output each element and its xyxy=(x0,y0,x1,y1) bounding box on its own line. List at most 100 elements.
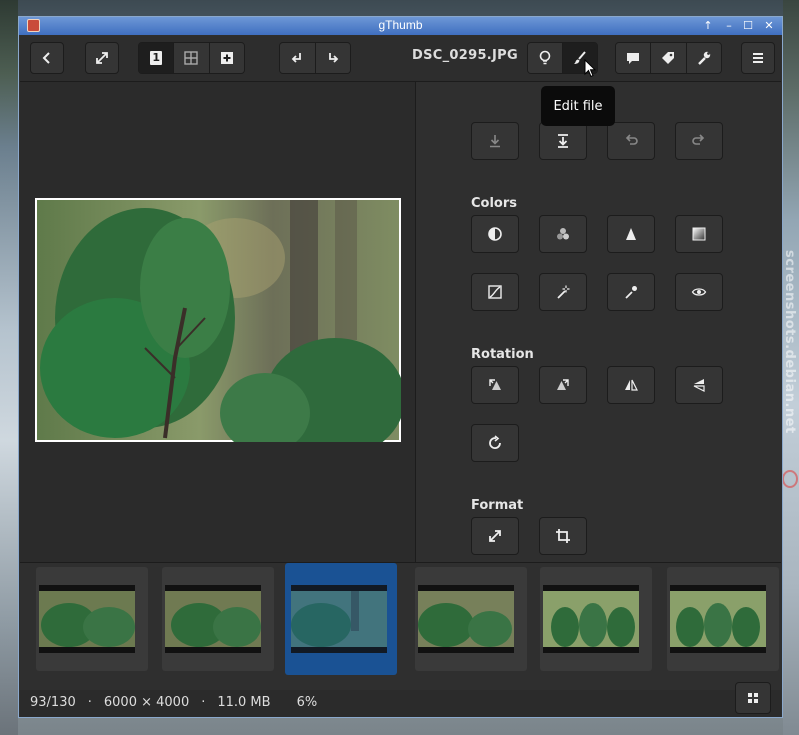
thumbnail-image xyxy=(670,585,766,653)
tools-button[interactable] xyxy=(686,43,721,73)
view-add-button[interactable] xyxy=(209,43,244,73)
fullscreen-icon xyxy=(96,52,108,64)
adjust-colors-icon xyxy=(557,228,569,240)
color-picker-button[interactable] xyxy=(607,273,655,311)
info-group xyxy=(615,42,722,74)
add-icon xyxy=(220,52,233,64)
main-menu-button[interactable] xyxy=(741,42,775,74)
maximize-window-icon[interactable]: ☐ xyxy=(741,19,755,33)
thumbnail[interactable] xyxy=(162,567,274,671)
app-window: gThumb ↑ – ☐ ✕ 1 DSC_0295.JPG Colors Rot… xyxy=(18,16,783,718)
save-button[interactable] xyxy=(471,122,519,160)
adjust-contrast-icon xyxy=(488,227,502,241)
grid-view-icon xyxy=(184,51,199,65)
undo-icon xyxy=(625,134,638,145)
desktop-background-left xyxy=(0,0,18,735)
image-position: 93/130 xyxy=(30,695,76,710)
redo-button[interactable] xyxy=(675,122,723,160)
save-as-button[interactable] xyxy=(539,122,587,160)
color-picker-icon xyxy=(625,286,637,299)
sharpen-button[interactable] xyxy=(607,215,655,253)
rotate-icon xyxy=(489,435,501,449)
watermark-text: screenshots.debian.net xyxy=(782,250,797,434)
rotate-button[interactable] xyxy=(471,424,519,462)
zoom-level: 6% xyxy=(296,695,318,710)
window-title: gThumb xyxy=(378,18,423,32)
magic-wand-button[interactable] xyxy=(539,273,587,311)
section-colors: Colors xyxy=(471,196,518,211)
back-button[interactable] xyxy=(30,42,64,74)
redo-icon xyxy=(692,134,705,145)
curves-button[interactable] xyxy=(471,273,519,311)
comment-button[interactable] xyxy=(616,43,652,73)
edit-tools-panel: Colors Rotation Format xyxy=(416,82,781,562)
thumbnail[interactable] xyxy=(667,567,779,671)
back-arrow-icon xyxy=(42,52,50,64)
flip-button[interactable] xyxy=(607,366,655,404)
thumbnail-image xyxy=(39,585,135,653)
close-window-icon[interactable]: ✕ xyxy=(762,19,776,33)
thumbnails-toggle-button[interactable] xyxy=(735,682,771,714)
status-bar: 93/130 · 6000 × 4000 · 11.0 MB 6% xyxy=(20,682,781,717)
view-grid-button[interactable] xyxy=(174,43,210,73)
adjust-contrast-button[interactable] xyxy=(471,215,519,253)
separator: · xyxy=(87,695,92,710)
tag-icon xyxy=(662,52,675,64)
wrench-icon xyxy=(697,51,711,65)
thumbnail-image xyxy=(543,585,639,653)
section-format: Format xyxy=(471,498,524,513)
minimize-window-icon[interactable]: – xyxy=(722,19,736,33)
properties-button[interactable] xyxy=(528,43,563,73)
title-bar[interactable]: gThumb ↑ – ☐ ✕ xyxy=(19,17,782,35)
sharpen-icon xyxy=(626,228,636,240)
adjust-colors-button[interactable] xyxy=(539,215,587,253)
section-rotation: Rotation xyxy=(471,347,534,362)
header-bar: 1 DSC_0295.JPG xyxy=(20,36,781,82)
shade-window-icon[interactable]: ↑ xyxy=(701,19,715,33)
undo-button[interactable] xyxy=(607,122,655,160)
thumbnail-strip xyxy=(20,562,781,691)
previous-button[interactable] xyxy=(280,43,316,73)
save-as-icon xyxy=(558,134,568,148)
red-eye-icon xyxy=(691,288,707,296)
status-info: 93/130 · 6000 × 4000 · 11.0 MB 6% xyxy=(30,695,317,710)
fullscreen-button[interactable] xyxy=(85,42,119,74)
juniper-photo-image xyxy=(37,200,401,442)
resize-button[interactable] xyxy=(471,517,519,555)
rotate-left-icon xyxy=(489,379,501,390)
hamburger-menu-icon xyxy=(753,53,763,63)
edit-file-tooltip: Edit file xyxy=(541,86,615,126)
photo-preview[interactable] xyxy=(35,198,401,442)
thumbnail-image xyxy=(418,585,514,653)
rotate-left-button[interactable] xyxy=(471,366,519,404)
view-single-button[interactable]: 1 xyxy=(139,43,175,73)
crop-button[interactable] xyxy=(539,517,587,555)
magic-wand-icon xyxy=(557,285,570,299)
tags-button[interactable] xyxy=(651,43,687,73)
lightbulb-icon xyxy=(539,50,551,65)
thumbnail[interactable] xyxy=(415,567,527,671)
mirror-icon xyxy=(693,379,705,392)
save-icon xyxy=(490,135,500,148)
thumbnail[interactable] xyxy=(540,567,652,671)
thumbnail-selected[interactable] xyxy=(285,563,397,675)
red-eye-button[interactable] xyxy=(675,273,723,311)
view-mode-group: 1 xyxy=(138,42,245,74)
thumbnail[interactable] xyxy=(36,567,148,671)
file-size: 11.0 MB xyxy=(217,695,271,710)
rotate-right-button[interactable] xyxy=(539,366,587,404)
grid-icon xyxy=(748,693,758,703)
mirror-button[interactable] xyxy=(675,366,723,404)
image-dimensions: 6000 × 4000 xyxy=(103,695,190,710)
grayscale-button[interactable] xyxy=(675,215,723,253)
navigate-group xyxy=(279,42,351,74)
mouse-cursor-icon xyxy=(584,58,597,82)
next-button[interactable] xyxy=(315,43,350,73)
rotate-right-icon xyxy=(557,379,569,390)
flip-icon xyxy=(625,379,638,391)
one-icon: 1 xyxy=(150,51,163,65)
thumbnail-image xyxy=(291,585,387,653)
turn-left-icon xyxy=(291,53,302,63)
turn-right-icon xyxy=(328,53,339,63)
grayscale-icon xyxy=(692,227,706,241)
